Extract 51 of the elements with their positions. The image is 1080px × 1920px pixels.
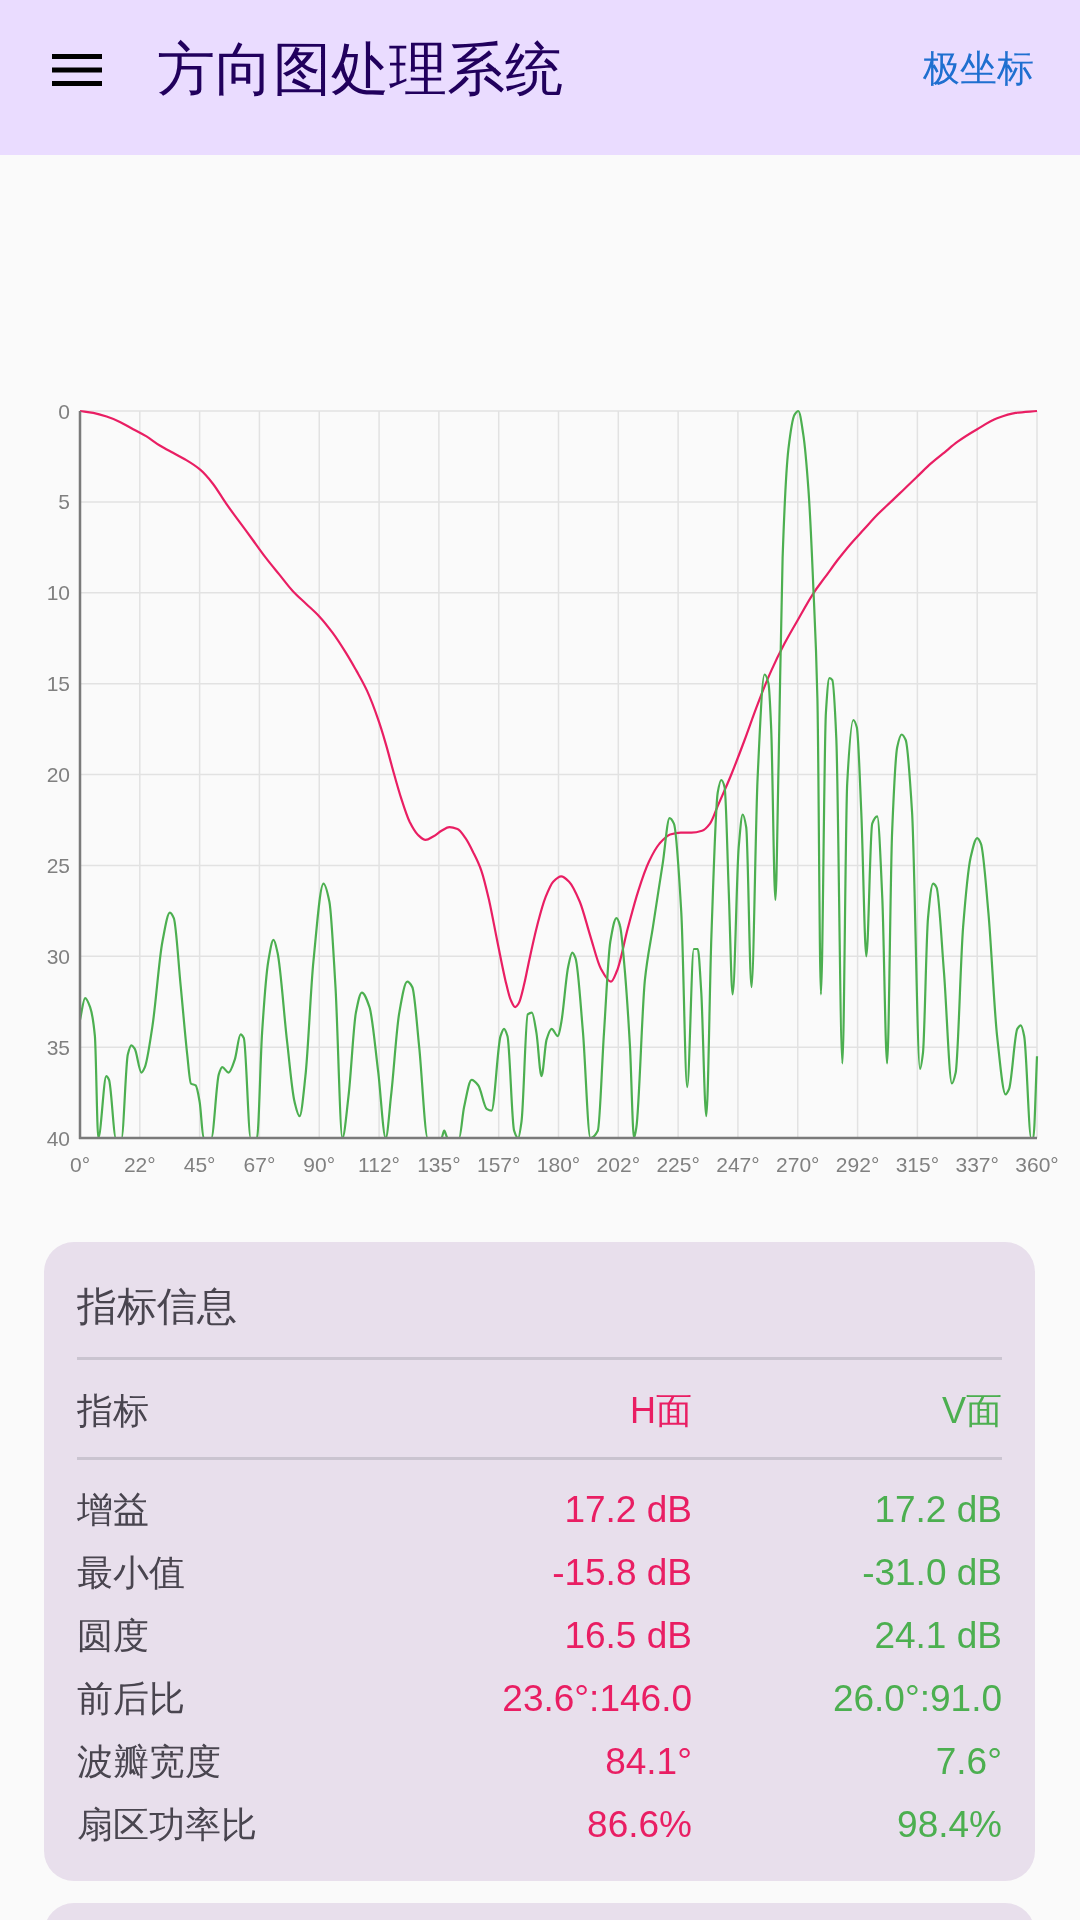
x-axis-label: 157°	[476, 1153, 521, 1176]
y-axis-label: 40	[46, 1126, 70, 1150]
metric-value: 24.1 dB	[873, 1613, 1002, 1658]
x-axis-label: 315°	[895, 1153, 940, 1176]
x-axis-label: 0°	[69, 1153, 91, 1176]
x-axis-label: 225°	[656, 1153, 700, 1176]
metric-value: 16.5 dB	[563, 1613, 692, 1658]
metric-value: 26.0°:91.0	[831, 1676, 1002, 1721]
y-axis-label: 35	[46, 1035, 70, 1059]
y-axis-label: 10	[46, 581, 70, 605]
metric-value: 17.2 dB	[563, 1487, 692, 1532]
metric-value: 17.2 dB	[873, 1487, 1002, 1532]
x-axis-label: 292°	[835, 1153, 880, 1176]
column-header: V面	[941, 1389, 1002, 1433]
menu-icon[interactable]	[52, 53, 102, 86]
metric-value: 86.6%	[586, 1802, 692, 1847]
metric-value: 98.4%	[896, 1802, 1002, 1847]
metric-label: 最小值	[77, 1550, 186, 1595]
x-axis-label: 22°	[123, 1153, 156, 1176]
x-axis-label: 360°	[1015, 1153, 1059, 1176]
metric-value: 84.1°	[604, 1739, 692, 1784]
x-axis-label: 337°	[955, 1153, 999, 1176]
metric-value: -15.8 dB	[551, 1550, 692, 1595]
card-title: 指标信息	[77, 1283, 238, 1330]
column-header: H面	[629, 1389, 692, 1433]
x-axis-label: 67°	[243, 1153, 276, 1176]
column-header: 指标	[77, 1389, 150, 1433]
metric-label: 前后比	[77, 1676, 186, 1721]
polar-view-button[interactable]: 极坐标	[923, 47, 1034, 92]
x-axis-label: 90°	[303, 1153, 336, 1176]
y-axis-label: 0	[58, 399, 70, 423]
y-axis-label: 15	[46, 672, 70, 696]
x-axis-label: 270°	[776, 1153, 820, 1176]
x-axis-label: 247°	[716, 1153, 760, 1176]
x-axis-label: 135°	[417, 1153, 461, 1176]
metric-label: 增益	[77, 1487, 150, 1532]
metric-value: -31.0 dB	[861, 1550, 1002, 1595]
x-axis-label: 45°	[183, 1153, 216, 1176]
y-axis-label: 20	[46, 763, 70, 786]
metric-value: 23.6°:146.0	[501, 1676, 692, 1721]
y-axis-label: 5	[58, 490, 70, 514]
metric-label: 波瓣宽度	[77, 1739, 222, 1784]
metric-label: 圆度	[77, 1613, 150, 1658]
x-axis-label: 180°	[536, 1153, 581, 1176]
metric-label: 扇区功率比	[77, 1802, 258, 1847]
x-axis-label: 112°	[358, 1153, 400, 1176]
y-axis-label: 25	[46, 853, 70, 877]
metric-value: 7.6°	[934, 1739, 1002, 1784]
app-title: 方向图处理系统	[157, 36, 563, 103]
y-axis-label: 30	[46, 944, 70, 968]
x-axis-label: 202°	[596, 1153, 641, 1176]
